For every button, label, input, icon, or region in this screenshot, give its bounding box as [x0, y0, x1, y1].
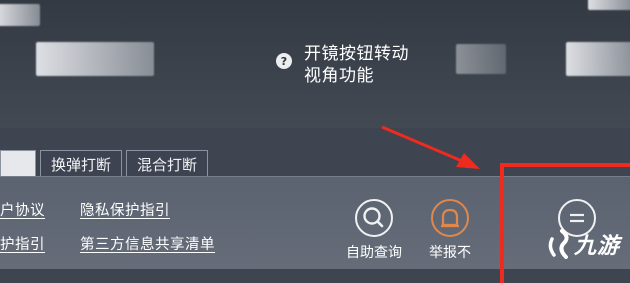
report-button[interactable]: 举报不 — [429, 199, 471, 262]
jiuyou-logo-icon — [548, 229, 569, 259]
blurred-setting-right — [566, 42, 630, 76]
report-icon — [431, 199, 469, 237]
annotation-arrow — [381, 125, 480, 169]
privacy-guide-link[interactable]: 隐私保护指引 — [80, 199, 170, 220]
blurred-setting-left — [0, 4, 40, 26]
logo-text: 九游 — [574, 234, 621, 259]
protection-guide-link[interactable]: 护指引 — [0, 233, 45, 254]
tab-selected[interactable] — [0, 150, 36, 176]
annotation-highlight-box — [500, 163, 630, 283]
hint-text: 开镜按钮转动 视角功能 — [304, 43, 409, 87]
settings-area: ? 开镜按钮转动 视角功能 — [0, 0, 630, 128]
blurred-setting-right-top — [588, 0, 630, 10]
self-help-label: 自助查询 — [346, 245, 402, 261]
help-icon[interactable]: ? — [276, 53, 292, 69]
tab-reload-interrupt[interactable]: 换弹打断 — [40, 150, 123, 176]
self-help-query-button[interactable]: 自助查询 — [346, 199, 402, 262]
blurred-setting-left-2 — [36, 42, 154, 76]
user-agreement-link[interactable]: 户协议 — [0, 199, 45, 220]
hint-line-2: 视角功能 — [304, 66, 374, 86]
search-icon — [355, 199, 393, 237]
watermark-logo: 九游 — [546, 228, 620, 260]
report-label: 举报不 — [429, 245, 471, 261]
tab-mixed-interrupt[interactable]: 混合打断 — [126, 150, 209, 176]
camera-hint: ? 开镜按钮转动 视角功能 — [276, 43, 409, 87]
blurred-setting-mid — [456, 44, 506, 74]
hint-line-1: 开镜按钮转动 — [304, 44, 409, 64]
third-party-list-link[interactable]: 第三方信息共享清单 — [80, 233, 215, 254]
interrupt-tabs: 换弹打断 混合打断 — [0, 150, 212, 176]
